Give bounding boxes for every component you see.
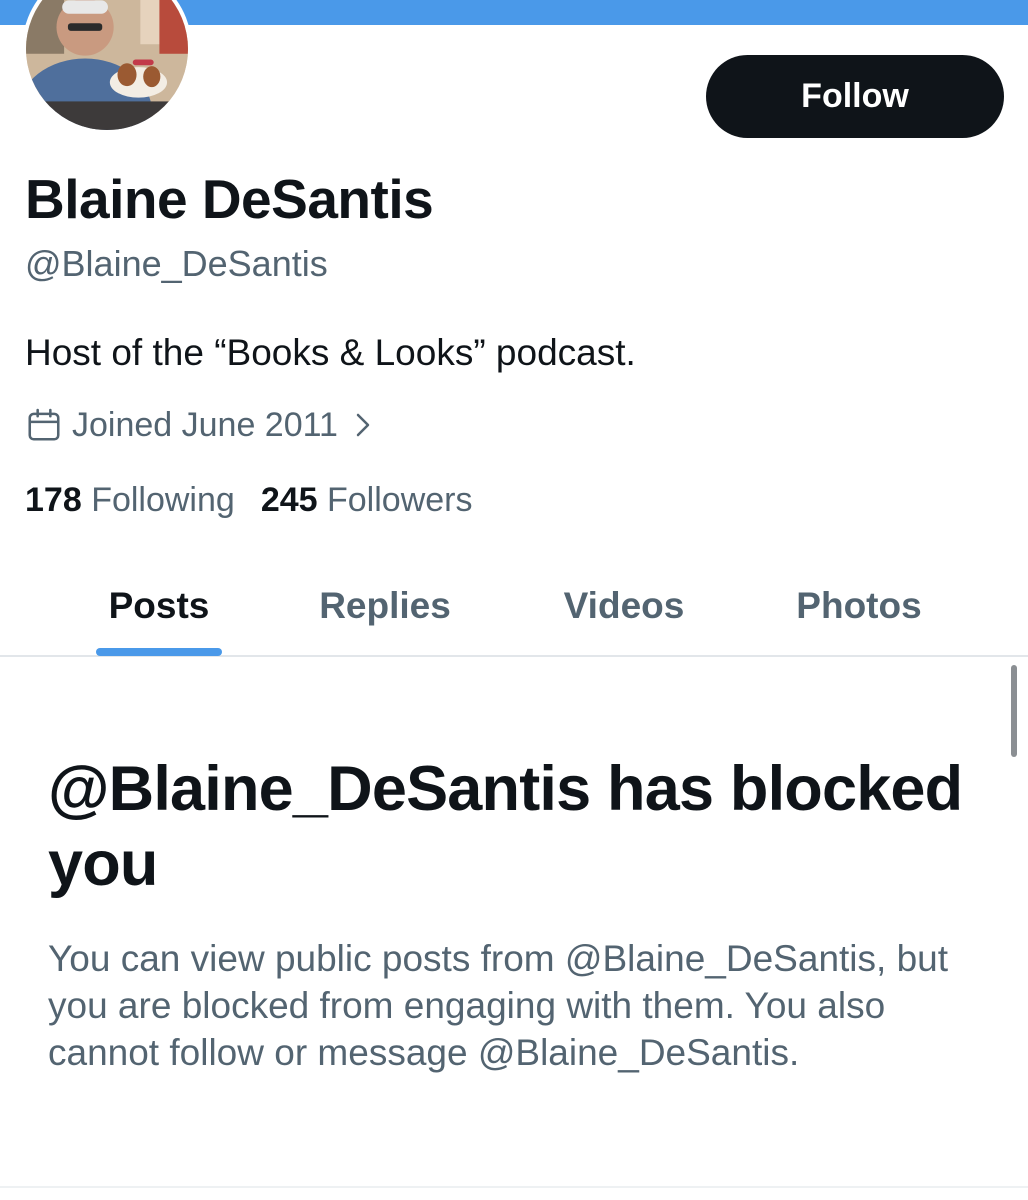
tab-photos[interactable]: Photos — [790, 556, 928, 656]
tab-replies[interactable]: Replies — [314, 556, 456, 656]
following-count: 178 — [25, 481, 82, 519]
tab-posts[interactable]: Posts — [96, 556, 222, 656]
followers-count: 245 — [260, 481, 318, 519]
profile-avatar[interactable] — [22, 0, 192, 134]
followers-label: Followers — [327, 481, 473, 519]
followers-link[interactable]: 245 Followers — [261, 478, 473, 522]
joined-date-text: Joined June 2011 — [72, 405, 338, 444]
chevron-right-icon — [356, 413, 370, 437]
profile-bio: Host of the “Books & Looks” podcast. — [25, 332, 636, 373]
scrollbar[interactable] — [1011, 665, 1017, 757]
active-tab-indicator — [96, 648, 222, 656]
profile-photo — [26, 0, 188, 130]
follow-button[interactable]: Follow — [706, 55, 1004, 138]
profile-tabs: Posts Replies Videos Photos — [0, 556, 1028, 656]
bottom-divider — [0, 1186, 1028, 1188]
joined-date-link[interactable]: Joined June 2011 — [25, 403, 374, 447]
calendar-icon — [28, 408, 60, 441]
profile-stats: 178 Following 245 Followers — [25, 478, 472, 522]
profile-handle: @Blaine_DeSantis — [25, 243, 328, 284]
following-link[interactable]: 178 Following — [25, 478, 235, 522]
tab-videos[interactable]: Videos — [558, 556, 690, 656]
display-name: Blaine DeSantis — [25, 168, 434, 230]
following-label: Following — [91, 481, 235, 519]
blocked-title: @Blaine_DeSantis has blocked you — [48, 754, 963, 899]
blocked-description: You can view public posts from @Blaine_D… — [48, 938, 949, 1073]
